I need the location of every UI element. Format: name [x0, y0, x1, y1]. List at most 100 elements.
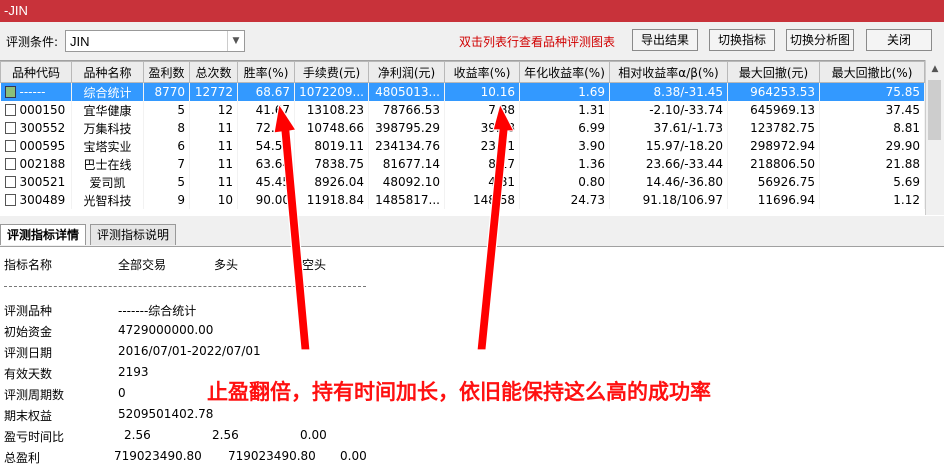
table-cell: 1.69 — [519, 82, 610, 101]
table-cell: 8019.11 — [294, 137, 369, 155]
table-cell: 宝塔实业 — [71, 137, 144, 155]
window-title: -JIN — [4, 3, 28, 18]
column-header[interactable]: 品种代码 — [0, 61, 72, 83]
column-header[interactable]: 净利润(元) — [368, 61, 445, 83]
table-cell: 000595 — [0, 137, 72, 155]
column-header[interactable]: 胜率(%) — [237, 61, 295, 83]
cell-text: 0.80 — [578, 175, 605, 189]
table-cell: 218806.50 — [727, 155, 820, 173]
table-cell: 75.85 — [819, 82, 925, 101]
table-row[interactable]: 002188 巴士在线 7 11 63.64 7838.75 81677.14 8.17 1.3… — [0, 155, 925, 173]
cell-text: 24.73 — [570, 193, 605, 207]
column-header[interactable]: 盈利数 — [143, 61, 190, 83]
cell-text: 1072209... — [299, 85, 364, 99]
table-cell: 56926.75 — [727, 173, 820, 191]
cell-text: 000595 — [19, 139, 66, 153]
cell-text: 综合统计 — [83, 85, 132, 100]
cell-text: 000150 — [19, 103, 66, 117]
table-cell: 300552 — [0, 119, 72, 137]
cell-text: 75.85 — [885, 85, 920, 99]
cell-text: 29.90 — [885, 139, 920, 153]
column-header[interactable]: 收益率(%) — [444, 61, 520, 83]
table-cell: 298972.94 — [727, 137, 820, 155]
cell-text: 9 — [177, 193, 185, 207]
tab-indicator-help[interactable]: 评测指标说明 — [90, 224, 177, 245]
cell-text: 4.81 — [488, 175, 515, 189]
table-cell: 21.88 — [819, 155, 925, 173]
table-hint: 双击列表行查看品种评测图表 — [459, 35, 616, 49]
table-row[interactable]: 300521 爱司凯 5 11 45.45 8926.04 48092.10 4.81 0.80… — [0, 173, 925, 191]
table-cell: 万集科技 — [71, 119, 144, 137]
table-cell: 3.90 — [519, 137, 610, 155]
cell-text: 13108.23 — [306, 103, 364, 117]
table-cell: 12 — [189, 101, 238, 119]
switch-chart-button[interactable]: 切换分析图 — [786, 29, 854, 51]
column-header[interactable]: 最大回撤比(%) — [819, 61, 925, 83]
cell-text: 91.18/106.97 — [642, 193, 723, 207]
column-header[interactable]: 总次数 — [189, 61, 238, 83]
cell-text: 巴士在线 — [83, 157, 132, 172]
table-cell: 1485817... — [368, 191, 445, 209]
table-cell: 9 — [143, 191, 190, 209]
cell-text: 4805013... — [375, 85, 440, 99]
table-cell: 54.55 — [237, 137, 295, 155]
cell-text: 10 — [217, 193, 233, 207]
table-cell: 5.69 — [819, 173, 925, 191]
table-cell: 63.64 — [237, 155, 295, 173]
cell-text: 41.67 — [255, 103, 290, 117]
cell-text: 300489 — [19, 193, 66, 207]
scroll-thumb[interactable] — [928, 80, 941, 140]
switch-indicator-button[interactable]: 切换指标 — [709, 29, 775, 51]
condition-select[interactable]: JIN ▼ — [65, 30, 245, 52]
cell-text: 964253.53 — [750, 85, 815, 99]
table-cell: 8.81 — [819, 119, 925, 137]
cell-text: 11 — [217, 157, 233, 171]
table-cell: 14.46/-36.80 — [609, 173, 728, 191]
table-row[interactable]: 300552 万集科技 8 11 72.73 10748.66 398795.29 39.88… — [0, 119, 925, 137]
table-cell: 23.66/-33.44 — [609, 155, 728, 173]
cell-text: 300521 — [19, 175, 66, 189]
column-header[interactable]: 相对收益率α/β(%) — [609, 61, 728, 83]
table-cell: 宜华健康 — [71, 101, 144, 119]
table-cell: 5 — [143, 173, 190, 191]
cell-text: 12 — [217, 103, 233, 117]
table-row[interactable]: ------ 综合统计 8770 12772 68.67 1072209... 480501… — [0, 82, 925, 101]
close-button[interactable]: 关闭 — [866, 29, 932, 51]
table-row[interactable]: 000150 宜华健康 5 12 41.67 13108.23 78766.53 7.88 1.… — [0, 101, 925, 119]
cell-text: 6 — [177, 139, 185, 153]
table-cell: 24.73 — [519, 191, 610, 209]
cell-text: 5.69 — [893, 175, 920, 189]
table-cell: -2.10/-33.74 — [609, 101, 728, 119]
toolbar: 评测条件: JIN ▼ 双击列表行查看品种评测图表 导出结果 切换指标 切换分析… — [0, 22, 944, 60]
table-cell: 37.45 — [819, 101, 925, 119]
cell-text: 72.73 — [255, 121, 290, 135]
detail-all: 2.56 — [124, 428, 151, 442]
table-row[interactable]: 300489 光智科技 9 10 90.00 11918.84 1485817... 148.… — [0, 191, 925, 209]
detail-short: 0.00 — [340, 449, 367, 463]
detail-header-name: 指标名称 — [4, 258, 53, 272]
column-header[interactable]: 品种名称 — [71, 61, 144, 83]
export-button[interactable]: 导出结果 — [632, 29, 698, 51]
chevron-down-icon[interactable]: ▼ — [227, 31, 244, 51]
cell-text: 8019.11 — [314, 139, 364, 153]
table-cell: 45.45 — [237, 173, 295, 191]
table-cell: 6 — [143, 137, 190, 155]
table-cell: 4.81 — [444, 173, 520, 191]
cell-text: 5 — [177, 175, 185, 189]
table-cell: 39.88 — [444, 119, 520, 137]
condition-value: JIN — [70, 34, 90, 49]
table-cell: 11 — [189, 173, 238, 191]
cell-text: 63.64 — [255, 157, 290, 171]
cell-text: 37.61/-1.73 — [653, 121, 723, 135]
column-header[interactable]: 年化收益率(%) — [519, 61, 610, 83]
cell-text: 5 — [177, 103, 185, 117]
vertical-scrollbar[interactable]: ▲ — [925, 60, 944, 215]
scroll-up-icon[interactable]: ▲ — [926, 60, 944, 78]
column-header[interactable]: 手续费(元) — [294, 61, 369, 83]
cell-text: 78766.53 — [382, 103, 440, 117]
tab-indicator-details[interactable]: 评测指标详情 — [0, 224, 87, 245]
column-header[interactable]: 最大回撤(元) — [727, 61, 820, 83]
table-row[interactable]: 000595 宝塔实业 6 11 54.55 8019.11 234134.76 23.41 3… — [0, 137, 925, 155]
table-cell: 10748.66 — [294, 119, 369, 137]
cell-text: 11696.94 — [757, 193, 815, 207]
